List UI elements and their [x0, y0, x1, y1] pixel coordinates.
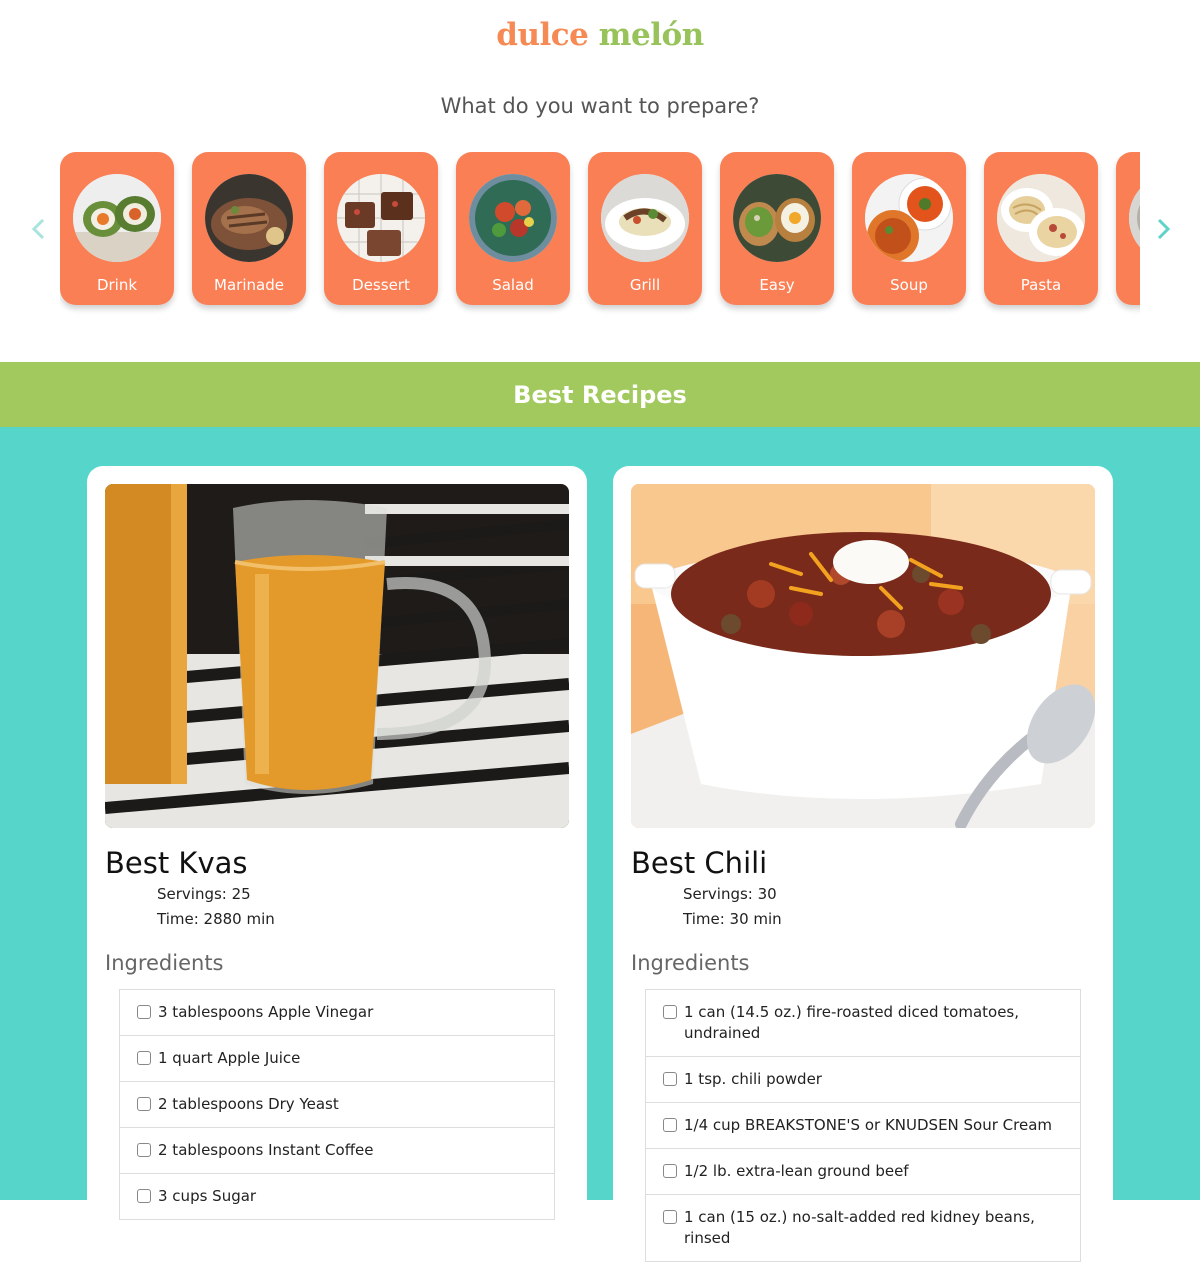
ingredient-item[interactable]: 1 quart Apple Juice	[120, 1036, 554, 1082]
recipe-servings: Servings: 30	[683, 885, 777, 903]
recipe-photo-chili[interactable]	[631, 484, 1095, 828]
category-track: Drink Marinade Dessert Salad Grill Easy …	[60, 152, 1140, 317]
ingredient-text: 3 cups Sugar	[158, 1187, 257, 1205]
category-card-pasta[interactable]: Pasta	[984, 152, 1098, 305]
category-card-grill[interactable]: Grill	[588, 152, 702, 305]
logo-word-melon: melón	[598, 17, 705, 53]
prepare-question: What do you want to prepare?	[440, 94, 760, 118]
ingredient-checkbox[interactable]	[663, 1005, 677, 1019]
ingredient-checkbox[interactable]	[663, 1118, 677, 1132]
ingredient-item[interactable]: 1 can (14.5 oz.) fire-roasted diced toma…	[646, 990, 1080, 1057]
ingredient-checkbox[interactable]	[137, 1005, 151, 1019]
chevron-left-icon	[31, 218, 45, 240]
category-card-soup[interactable]: Soup	[852, 152, 966, 305]
dessert-photo	[337, 174, 425, 262]
ingredient-item[interactable]: 3 cups Sugar	[120, 1174, 554, 1220]
ingredient-text: 2 tablespoons Dry Yeast	[158, 1095, 339, 1113]
category-card-marinade[interactable]: Marinade	[192, 152, 306, 305]
ingredient-item[interactable]: 1 tsp. chili powder	[646, 1057, 1080, 1103]
ingredient-checkbox[interactable]	[663, 1210, 677, 1224]
ingredient-checkbox[interactable]	[137, 1143, 151, 1157]
category-label: Dessert	[352, 276, 410, 294]
logo-word-dulce: dulce	[496, 17, 589, 53]
ingredients-heading: Ingredients	[631, 951, 750, 975]
drink-photo	[73, 174, 161, 262]
ingredient-text: 1 can (15 oz.) no-salt-added red kidney …	[684, 1208, 1035, 1247]
category-label: Soup	[890, 276, 928, 294]
recipe-card[interactable]: Best Kvas Servings: 25 Time: 2880 min In…	[87, 466, 587, 1226]
recipe-time: Time: 30 min	[683, 910, 782, 928]
recipe-title[interactable]: Best Kvas	[105, 846, 248, 880]
partial-photo	[1129, 174, 1140, 262]
recipe-card[interactable]: Best Chili Servings: 30 Time: 30 min Ing…	[613, 466, 1113, 1262]
salad-photo	[469, 174, 557, 262]
header: dulce melón	[0, 0, 1200, 70]
grill-photo	[601, 174, 689, 262]
category-label: Grill	[629, 276, 661, 294]
ingredient-checkbox[interactable]	[663, 1164, 677, 1178]
ingredients-list: 3 tablespoons Apple Vinegar 1 quart Appl…	[119, 989, 555, 1220]
ingredient-text: 1/4 cup BREAKSTONE'S or KNUDSEN Sour Cre…	[684, 1116, 1053, 1134]
easy-photo	[733, 174, 821, 262]
recipe-time: Time: 2880 min	[157, 910, 275, 928]
ingredient-text: 3 tablespoons Apple Vinegar	[158, 1003, 374, 1021]
recipe-title[interactable]: Best Chili	[631, 846, 767, 880]
recipe-photo-kvas[interactable]	[105, 484, 569, 828]
category-card-salad[interactable]: Salad	[456, 152, 570, 305]
category-label: Salad	[492, 276, 534, 294]
ingredient-item[interactable]: 1 can (15 oz.) no-salt-added red kidney …	[646, 1195, 1080, 1262]
ingredient-text: 2 tablespoons Instant Coffee	[158, 1141, 374, 1159]
soup-photo	[865, 174, 953, 262]
category-label: Marinade	[214, 276, 284, 294]
ingredient-text: 1 quart Apple Juice	[158, 1049, 301, 1067]
ingredient-text: 1 can (14.5 oz.) fire-roasted diced toma…	[684, 1003, 1020, 1042]
recipe-servings: Servings: 25	[157, 885, 251, 903]
category-label: Drink	[96, 276, 138, 294]
ingredient-item[interactable]: 2 tablespoons Instant Coffee	[120, 1128, 554, 1174]
category-label: Easy	[759, 276, 795, 294]
ingredient-item[interactable]: 1/4 cup BREAKSTONE'S or KNUDSEN Sour Cre…	[646, 1103, 1080, 1149]
ingredients-heading: Ingredients	[105, 951, 224, 975]
category-card-partial[interactable]	[1116, 152, 1140, 305]
ingredient-text: 1/2 lb. extra-lean ground beef	[684, 1162, 909, 1180]
chevron-right-icon	[1157, 218, 1171, 240]
ingredient-checkbox[interactable]	[137, 1189, 151, 1203]
ingredient-item[interactable]: 1/2 lb. extra-lean ground beef	[646, 1149, 1080, 1195]
carousel-prev-button[interactable]	[26, 214, 50, 244]
site-logo[interactable]: dulce melón	[496, 17, 705, 53]
carousel-next-button[interactable]	[1152, 214, 1176, 244]
marinade-photo	[205, 174, 293, 262]
ingredients-list: 1 can (14.5 oz.) fire-roasted diced toma…	[645, 989, 1081, 1262]
category-label: Pasta	[1020, 276, 1062, 294]
category-card-dessert[interactable]: Dessert	[324, 152, 438, 305]
best-recipes-banner: Best Recipes	[0, 362, 1200, 427]
ingredient-item[interactable]: 3 tablespoons Apple Vinegar	[120, 990, 554, 1036]
section-title: Best Recipes	[513, 380, 687, 409]
category-card-drink[interactable]: Drink	[60, 152, 174, 305]
ingredient-checkbox[interactable]	[137, 1097, 151, 1111]
ingredient-checkbox[interactable]	[663, 1072, 677, 1086]
ingredient-checkbox[interactable]	[137, 1051, 151, 1065]
ingredient-text: 1 tsp. chili powder	[684, 1070, 822, 1088]
category-carousel: Drink Marinade Dessert Salad Grill Easy …	[0, 152, 1200, 317]
pasta-photo	[997, 174, 1085, 262]
category-card-easy[interactable]: Easy	[720, 152, 834, 305]
ingredient-item[interactable]: 2 tablespoons Dry Yeast	[120, 1082, 554, 1128]
